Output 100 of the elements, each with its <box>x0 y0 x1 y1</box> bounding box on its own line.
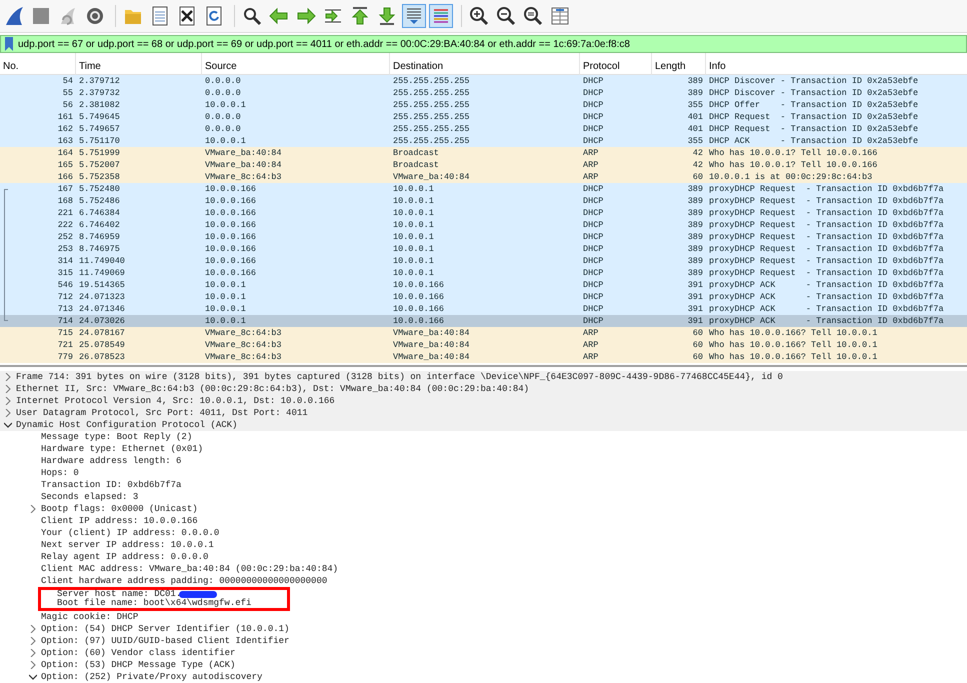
resize-columns-icon <box>550 6 570 26</box>
toolbar-button[interactable] <box>521 4 545 28</box>
table-cell-text: 60 <box>692 351 704 363</box>
table-cell-text: DHCP <box>582 267 604 279</box>
tree-item[interactable]: Your (client) IP address: 0.0.0.0 <box>41 527 220 539</box>
packet-row[interactable]: 715 24.078167 VMware_8c:64:b3 VMware_ba:40:84 ARP 60 Who has 10.0.0.166? Tell 10.0.0.1 <box>0 327 967 339</box>
expand-icon[interactable] <box>29 637 37 645</box>
tree-item[interactable]: Transaction ID: 0xbd6b7f7a <box>41 479 182 491</box>
tree-item[interactable]: Relay agent IP address: 0.0.0.0 <box>41 551 208 563</box>
table-cell-text: 713 <box>56 303 74 315</box>
table-cell-text: 389 <box>686 87 704 99</box>
table-cell-text: 5.752480 <box>78 183 121 195</box>
filter-input[interactable]: udp.port == 67 or udp.port == 68 or udp.port == 69 or udp.port == 4011 or eth.addr == 00:0C:29:BA:40:84 or eth.addr == 1c:69:7a:0e:f8:c8 <box>18 36 966 52</box>
table-cell-text: DHCP <box>582 219 604 231</box>
packet-row[interactable]: 55 2.379732 0.0.0.0 255.255.255.255 DHCP 389 DHCP Discover - Transaction ID 0x2a53ebfe <box>0 87 967 99</box>
packet-row[interactable]: 164 5.751999 VMware_ba:40:84 Broadcast ARP 42 Who has 10.0.0.1? Tell 10.0.0.166 <box>0 147 967 159</box>
table-cell-text: 24.071323 <box>78 291 126 303</box>
table-cell-text: 391 <box>686 315 704 327</box>
table-cell-text: DHCP Discover - Transaction ID 0x2a53ebfe <box>708 75 920 87</box>
table-cell-text: 5.751170 <box>78 135 121 147</box>
table-cell-text: 255.255.255.255 <box>392 99 471 111</box>
tree-item[interactable]: Bootp flags: 0x0000 (Unicast) <box>41 503 198 515</box>
expand-icon[interactable] <box>29 649 37 657</box>
expand-icon[interactable] <box>29 505 37 513</box>
tree-item[interactable]: Server host name: DC01. <box>57 590 182 599</box>
expand-icon[interactable] <box>4 409 12 417</box>
expand-icon[interactable] <box>4 385 12 393</box>
toolbar-button[interactable] <box>494 4 518 28</box>
packet-row[interactable]: 165 5.752007 VMware_ba:40:84 Broadcast ARP 42 Who has 10.0.0.1? Tell 10.0.0.166 <box>0 159 967 171</box>
tree-item[interactable]: Option: (53) DHCP Message Type (ACK) <box>41 659 236 671</box>
table-cell-text: VMware_8c:64:b3 <box>204 171 283 183</box>
table-cell-text: proxyDHCP Request - Transaction ID 0xbd6b7f7a <box>708 255 945 267</box>
tree-item[interactable]: Client IP address: 10.0.0.166 <box>41 515 198 527</box>
table-cell-text: VMware_ba:40:84 <box>392 339 471 351</box>
table-cell-text: 167 <box>56 183 74 195</box>
packet-row[interactable]: 252 8.746959 10.0.0.166 10.0.0.1 DHCP 389 proxyDHCP Request - Transaction ID 0xbd6b7f7a <box>0 231 967 243</box>
table-cell-text: 10.0.0.1 <box>204 99 247 111</box>
table-cell-text: 60 <box>692 339 704 351</box>
table-cell-text: 255.255.255.255 <box>392 75 471 87</box>
packet-row[interactable]: 712 24.071323 10.0.0.1 10.0.0.166 DHCP 391 proxyDHCP ACK - Transaction ID 0xbd6b7f7a <box>0 291 967 303</box>
packet-row[interactable]: 315 11.749069 10.0.0.166 10.0.0.1 DHCP 389 proxyDHCP Request - Transaction ID 0xbd6b7f7a <box>0 267 967 279</box>
tree-item[interactable]: Next server IP address: 10.0.0.1 <box>41 539 214 551</box>
collapse-icon[interactable] <box>29 673 37 681</box>
tree-item[interactable]: Option: (54) DHCP Server Identifier (10.0.0.1) <box>41 623 290 635</box>
expand-icon[interactable] <box>29 625 37 633</box>
packet-row[interactable]: 713 24.071346 10.0.0.1 10.0.0.166 DHCP 391 proxyDHCP ACK - Transaction ID 0xbd6b7f7a <box>0 303 967 315</box>
table-cell-text: VMware_ba:40:84 <box>392 351 471 363</box>
column-header[interactable]: Info <box>706 59 967 75</box>
table-cell-text: 10.0.0.166 <box>204 219 258 231</box>
packet-row[interactable]: 56 2.381082 10.0.0.1 255.255.255.255 DHCP 355 DHCP Offer - Transaction ID 0x2a53ebfe <box>0 99 967 111</box>
toolbar-button[interactable] <box>467 4 491 28</box>
expand-icon[interactable] <box>29 661 37 669</box>
packet-row[interactable]: 54 2.379712 0.0.0.0 255.255.255.255 DHCP 389 DHCP Discover - Transaction ID 0x2a53ebfe <box>0 75 967 87</box>
table-cell-text: 5.752486 <box>78 195 121 207</box>
packet-row[interactable]: 253 8.746975 10.0.0.166 10.0.0.1 DHCP 389 proxyDHCP Request - Transaction ID 0xbd6b7f7a <box>0 243 967 255</box>
expand-icon[interactable] <box>4 397 12 405</box>
packet-row[interactable]: 167 5.752480 10.0.0.166 10.0.0.1 DHCP 389 proxyDHCP Request - Transaction ID 0xbd6b7f7a <box>0 183 967 195</box>
collapse-icon[interactable] <box>4 421 12 429</box>
tree-item[interactable]: Client hardware address padding: 00000000000000000000 <box>41 575 328 587</box>
packet-row[interactable]: 168 5.752486 10.0.0.166 10.0.0.1 DHCP 389 proxyDHCP Request - Transaction ID 0xbd6b7f7a <box>0 195 967 207</box>
table-cell-text: 60 <box>692 327 704 339</box>
tree-item[interactable]: Option: (252) Private/Proxy autodiscovery <box>41 671 262 683</box>
packet-row[interactable]: 163 5.751170 10.0.0.1 255.255.255.255 DHCP 355 DHCP ACK - Transaction ID 0x2a53ebfe <box>0 135 967 147</box>
table-cell-text: 10.0.0.166 <box>204 231 258 243</box>
packet-row[interactable]: 714 24.073026 10.0.0.1 10.0.0.166 DHCP 391 proxyDHCP ACK - Transaction ID 0xbd6b7f7a <box>0 315 967 327</box>
table-cell-text: proxyDHCP Request - Transaction ID 0xbd6b7f7a <box>708 207 945 219</box>
toolbar-button[interactable] <box>429 4 453 28</box>
table-cell-text: Who has 10.0.0.1? Tell 10.0.0.166 <box>708 147 878 159</box>
tree-item[interactable]: Magic cookie: DHCP <box>41 611 138 623</box>
search-icon <box>242 6 262 26</box>
table-cell-text: 10.0.0.166 <box>204 195 258 207</box>
table-cell-text: DHCP <box>582 303 604 315</box>
tree-item[interactable]: Client MAC address: VMware_ba:40:84 (00:0c:29:ba:40:84) <box>41 563 338 575</box>
table-cell-text: 168 <box>56 195 74 207</box>
tree-item[interactable]: Option: (97) UUID/GUID-based Client Identifier <box>41 635 290 647</box>
bookmark-icon[interactable] <box>4 37 14 51</box>
packet-row[interactable]: 222 6.746402 10.0.0.166 10.0.0.1 DHCP 389 proxyDHCP Request - Transaction ID 0xbd6b7f7a <box>0 219 967 231</box>
tree-item[interactable]: Boot file name: boot\x64\wdsmgfw.efi <box>57 599 252 608</box>
table-cell-text: 166 <box>56 171 74 183</box>
packet-row[interactable]: 721 25.078549 VMware_8c:64:b3 VMware_ba:40:84 ARP 60 Who has 10.0.0.166? Tell 10.0.0.1 <box>0 339 967 351</box>
packet-row[interactable]: 314 11.749040 10.0.0.166 10.0.0.1 DHCP 389 proxyDHCP Request - Transaction ID 0xbd6b7f7a <box>0 255 967 267</box>
table-cell-text: 10.0.0.166 <box>392 315 446 327</box>
table-cell-text: 314 <box>56 255 74 267</box>
table-cell-text: ARP <box>582 159 600 171</box>
table-cell-text: 10.0.0.166 <box>392 291 446 303</box>
tree-item[interactable]: Option: (60) Vendor class identifier <box>41 647 236 659</box>
expand-icon[interactable] <box>4 373 12 381</box>
display-filter-field[interactable]: udp.port == 67 or udp.port == 68 or udp.port == 69 or udp.port == 4011 or eth.addr == 00:0C:29:BA:40:84 or eth.addr == 1c:69:7a:0e:f8:c8 <box>0 35 967 53</box>
toolbar-button[interactable] <box>402 4 426 28</box>
tree-item[interactable]: Hardware type: Ethernet (0x01) <box>41 443 204 455</box>
packet-row[interactable]: 546 19.514365 10.0.0.1 10.0.0.166 DHCP 391 proxyDHCP ACK - Transaction ID 0xbd6b7f7a <box>0 279 967 291</box>
tree-item[interactable]: Seconds elapsed: 3 <box>41 491 138 503</box>
packet-row[interactable]: 161 5.749645 0.0.0.0 255.255.255.255 DHCP 401 DHCP Request - Transaction ID 0x2a53ebfe <box>0 111 967 123</box>
tree-item[interactable]: Message type: Boot Reply (2) <box>41 431 192 443</box>
tree-item[interactable]: Hops: 0 <box>41 467 79 479</box>
packet-row[interactable]: 166 5.752358 VMware_8c:64:b3 VMware_ba:40:84 ARP 60 10.0.0.1 is at 00:0c:29:8c:64:b3 <box>0 171 967 183</box>
packet-row[interactable]: 779 26.078523 VMware_8c:64:b3 VMware_ba:40:84 ARP 60 Who has 10.0.0.166? Tell 10.0.0.1 <box>0 351 967 363</box>
packet-row[interactable]: 162 5.749657 0.0.0.0 255.255.255.255 DHCP 401 DHCP Request - Transaction ID 0x2a53ebfe <box>0 123 967 135</box>
packet-row[interactable]: 221 6.746384 10.0.0.166 10.0.0.1 DHCP 389 proxyDHCP Request - Transaction ID 0xbd6b7f7a <box>0 207 967 219</box>
tree-item[interactable]: Hardware address length: 6 <box>41 455 182 467</box>
